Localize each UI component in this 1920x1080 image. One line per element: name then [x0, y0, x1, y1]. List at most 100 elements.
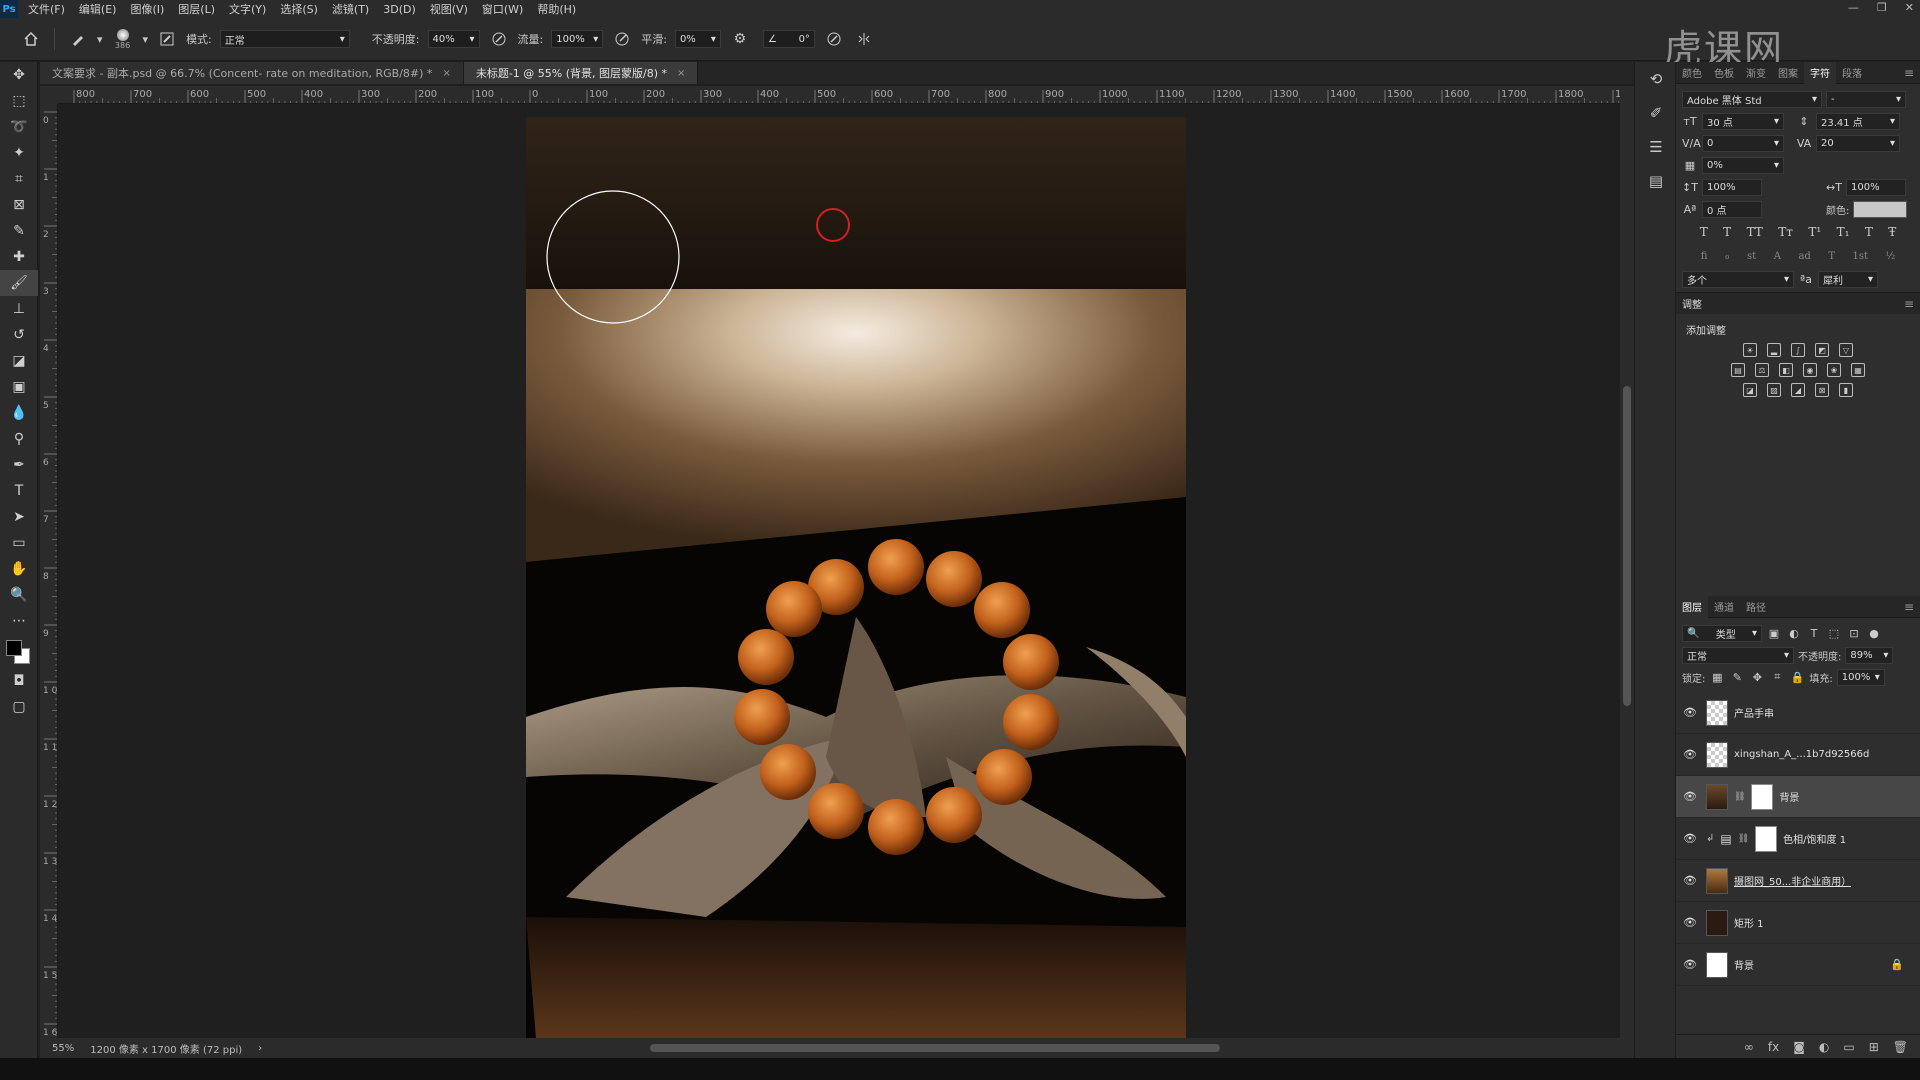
chain-link-icon[interactable]: ⛓: [1734, 792, 1745, 802]
minimize-button[interactable]: —: [1848, 0, 1859, 16]
tab-color[interactable]: 颜色: [1676, 62, 1708, 84]
tab-channels[interactable]: 通道: [1708, 596, 1740, 618]
link-layers-icon[interactable]: ∞: [1744, 1040, 1754, 1054]
menu-view[interactable]: 视图(V): [430, 1, 468, 17]
horizontal-scrollbar[interactable]: [620, 1042, 1580, 1054]
type-tool-icon[interactable]: T: [0, 478, 38, 504]
layer-name[interactable]: 矩形 1: [1734, 915, 1764, 930]
stylistic-alternates-button[interactable]: ad: [1798, 251, 1810, 262]
visibility-eye-icon[interactable]: 👁: [1680, 790, 1700, 803]
mode-select[interactable]: 正常 ▾: [219, 30, 350, 48]
blend-mode-select[interactable]: 正常 ▾: [1682, 646, 1794, 664]
faux-italic-button[interactable]: T: [1723, 225, 1731, 239]
titling-button[interactable]: T: [1828, 251, 1835, 262]
visibility-eye-icon[interactable]: 👁: [1680, 832, 1700, 845]
flow-input[interactable]: 100% ▾: [551, 30, 604, 48]
lock-image-icon[interactable]: ✎: [1729, 671, 1745, 684]
home-icon[interactable]: [20, 28, 42, 50]
subscript-button[interactable]: T₁: [1837, 225, 1850, 239]
restore-button[interactable]: ❐: [1877, 0, 1887, 16]
clone-stamp-tool-icon[interactable]: ⊥: [0, 296, 38, 322]
trash-icon[interactable]: 🗑: [1893, 1040, 1908, 1054]
filter-smart-object-icon[interactable]: ⊡: [1846, 627, 1862, 640]
history-brush-tool-icon[interactable]: ↺: [0, 322, 38, 348]
menu-3d[interactable]: 3D(D): [383, 3, 416, 16]
healing-brush-tool-icon[interactable]: ✚: [0, 244, 38, 270]
panel-menu-icon[interactable]: ≡: [1904, 66, 1920, 80]
menu-layer[interactable]: 图层(L): [178, 1, 215, 17]
smoothing-input[interactable]: 0% ▾: [674, 30, 721, 48]
brightness-contrast-icon[interactable]: ☀: [1743, 343, 1757, 357]
properties-panel-icon[interactable]: ☰: [1635, 130, 1677, 164]
brush-settings-icon[interactable]: [156, 28, 178, 50]
chevron-down-icon[interactable]: ▾: [97, 33, 103, 46]
discretionary-ligatures-button[interactable]: st: [1747, 251, 1756, 262]
crop-tool-icon[interactable]: ⌗: [0, 166, 38, 192]
menu-type[interactable]: 文字(Y): [229, 1, 266, 17]
path-selection-tool-icon[interactable]: ➤: [0, 504, 38, 530]
menu-edit[interactable]: 编辑(E): [79, 1, 117, 17]
frame-tool-icon[interactable]: ⊠: [0, 192, 38, 218]
move-tool-icon[interactable]: ✥: [0, 62, 38, 88]
layer-row[interactable]: 👁 产品手串: [1676, 692, 1920, 734]
invert-icon[interactable]: ◪: [1743, 383, 1757, 397]
panel-menu-icon[interactable]: ≡: [1904, 297, 1920, 311]
small-caps-button[interactable]: Tт: [1778, 225, 1793, 239]
angle-input[interactable]: ∠ 0°: [762, 30, 815, 48]
exposure-icon[interactable]: ◩: [1815, 343, 1829, 357]
lock-position-icon[interactable]: ✥: [1749, 671, 1765, 684]
filter-adjustment-icon[interactable]: ◐: [1786, 627, 1802, 640]
close-icon[interactable]: ×: [677, 68, 685, 79]
tab-layers[interactable]: 图层: [1676, 595, 1708, 618]
horizontal-scale-input[interactable]: 100%: [1846, 178, 1906, 196]
new-adjustment-icon[interactable]: ◐: [1819, 1040, 1829, 1054]
layer-row[interactable]: 👁 矩形 1: [1676, 902, 1920, 944]
quick-mask-icon[interactable]: ◘: [0, 668, 38, 694]
pressure-size-icon[interactable]: [823, 28, 845, 50]
airbrush-icon[interactable]: [611, 28, 633, 50]
selective-color-icon[interactable]: ⊠: [1815, 383, 1829, 397]
tracking-input[interactable]: 20 ▾: [1816, 134, 1900, 152]
menu-help[interactable]: 帮助(H): [537, 1, 576, 17]
gradient-tool-icon[interactable]: ▣: [0, 374, 38, 400]
marquee-tool-icon[interactable]: ⬚: [0, 88, 38, 114]
pen-tool-icon[interactable]: ✒: [0, 452, 38, 478]
status-menu-arrow[interactable]: ›: [258, 1043, 262, 1054]
fill-input[interactable]: 100% ▾: [1836, 668, 1885, 686]
add-mask-icon[interactable]: ◙: [1793, 1040, 1805, 1054]
ordinals-button[interactable]: 1st: [1852, 251, 1868, 262]
brush-tool-icon[interactable]: 🖌: [0, 270, 38, 296]
menu-image[interactable]: 图像(I): [130, 1, 164, 17]
screen-mode-icon[interactable]: ▢: [0, 694, 38, 720]
visibility-eye-icon[interactable]: 👁: [1680, 748, 1700, 761]
visibility-eye-icon[interactable]: 👁: [1680, 916, 1700, 929]
font-style-select[interactable]: - ▾: [1826, 90, 1906, 108]
layer-filter-select[interactable]: 🔍 类型 ▾: [1682, 624, 1762, 642]
history-panel-icon[interactable]: ⟲: [1635, 62, 1677, 96]
pressure-opacity-icon[interactable]: [488, 28, 510, 50]
visibility-eye-icon[interactable]: 👁: [1680, 874, 1700, 887]
text-color-swatch[interactable]: [1853, 200, 1908, 218]
superscript-button[interactable]: T¹: [1808, 225, 1821, 239]
dodge-tool-icon[interactable]: ⚲: [0, 426, 38, 452]
tab-paths[interactable]: 路径: [1740, 596, 1772, 618]
document-tab-1[interactable]: 文案要求 - 副本.psd @ 66.7% (Concent- rate on …: [40, 62, 464, 84]
new-group-icon[interactable]: ▭: [1843, 1040, 1854, 1054]
color-lookup-icon[interactable]: ▦: [1851, 363, 1865, 377]
filter-pixel-icon[interactable]: ▣: [1766, 627, 1782, 640]
layer-name[interactable]: 产品手串: [1734, 705, 1774, 720]
zoom-level[interactable]: 55%: [52, 1043, 74, 1054]
all-caps-button[interactable]: TT: [1747, 225, 1763, 239]
layer-row-selected[interactable]: 👁 ⛓ 背景: [1676, 776, 1920, 818]
vertical-scale-input[interactable]: 100%: [1702, 178, 1762, 196]
threshold-icon[interactable]: ◢: [1791, 383, 1805, 397]
fx-icon[interactable]: fx: [1768, 1040, 1779, 1054]
color-balance-icon[interactable]: ⚖: [1755, 363, 1769, 377]
more-tools-icon[interactable]: ⋯: [0, 608, 38, 634]
layer-mask-thumbnail[interactable]: [1755, 825, 1778, 852]
close-icon[interactable]: ×: [442, 68, 450, 79]
vibrance-icon[interactable]: ▽: [1839, 343, 1853, 357]
filter-toggle-icon[interactable]: ●: [1866, 627, 1882, 640]
layer-name[interactable]: xingshan_A_...1b7d92566d: [1734, 749, 1869, 760]
posterize-icon[interactable]: ▨: [1767, 383, 1781, 397]
